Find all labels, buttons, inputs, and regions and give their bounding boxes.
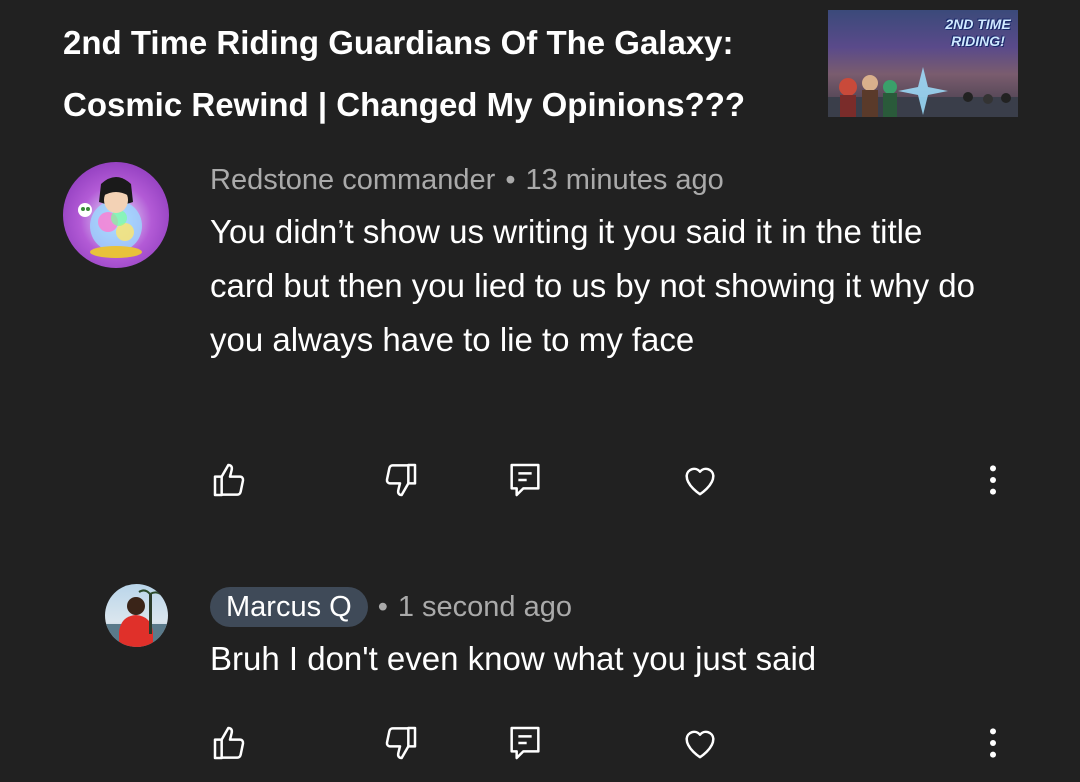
more-vertical-icon <box>990 465 996 495</box>
comment-time[interactable]: 1 second ago <box>398 591 572 623</box>
reply-icon <box>510 726 540 760</box>
heart-icon <box>685 467 715 496</box>
avatar[interactable] <box>105 584 168 647</box>
dislike-button[interactable] <box>375 718 425 768</box>
heart-icon <box>685 730 715 759</box>
video-title[interactable]: 2nd Time Riding Guardians Of The Galaxy:… <box>63 12 803 136</box>
avatar-image <box>105 589 168 647</box>
thumbs-up-icon <box>213 463 245 497</box>
thumbs-down-icon <box>385 463 417 497</box>
dislike-button[interactable] <box>375 455 425 505</box>
reply-icon <box>510 463 540 497</box>
comment-text: You didn’t show us writing it you said i… <box>210 213 975 358</box>
reply-button[interactable] <box>500 455 550 505</box>
comment-text: Bruh I don't even know what you just sai… <box>210 640 817 677</box>
like-button[interactable] <box>205 718 255 768</box>
more-vertical-icon <box>990 728 996 758</box>
comment-meta: Marcus Q • 1 second ago <box>210 587 572 627</box>
thumbs-down-icon <box>385 726 417 760</box>
thumbnail-caption: 2ND TIME RIDING! <box>945 16 1011 49</box>
reply-button[interactable] <box>500 718 550 768</box>
meta-separator: • <box>377 591 388 623</box>
comment-author[interactable]: Redstone commander <box>210 164 495 196</box>
video-thumbnail[interactable]: 2ND TIME RIDING! <box>828 10 1018 117</box>
comment-author-chip[interactable]: Marcus Q <box>210 587 368 627</box>
heart-button[interactable] <box>675 455 725 505</box>
thumbnail-figures-image <box>828 67 1018 117</box>
comment-actions <box>0 455 1080 505</box>
avatar-image <box>78 177 142 258</box>
like-button[interactable] <box>205 455 255 505</box>
comment-time[interactable]: 13 minutes ago <box>525 164 723 196</box>
comments-page: 2nd Time Riding Guardians Of The Galaxy:… <box>0 0 1080 782</box>
more-options-button[interactable] <box>968 455 1018 505</box>
heart-button[interactable] <box>675 718 725 768</box>
meta-separator: • <box>505 164 516 196</box>
comment-actions <box>0 718 1080 768</box>
more-options-button[interactable] <box>968 718 1018 768</box>
avatar[interactable] <box>63 162 169 268</box>
thumbs-up-icon <box>213 726 245 760</box>
comment-meta: Redstone commander • 13 minutes ago <box>210 162 724 198</box>
